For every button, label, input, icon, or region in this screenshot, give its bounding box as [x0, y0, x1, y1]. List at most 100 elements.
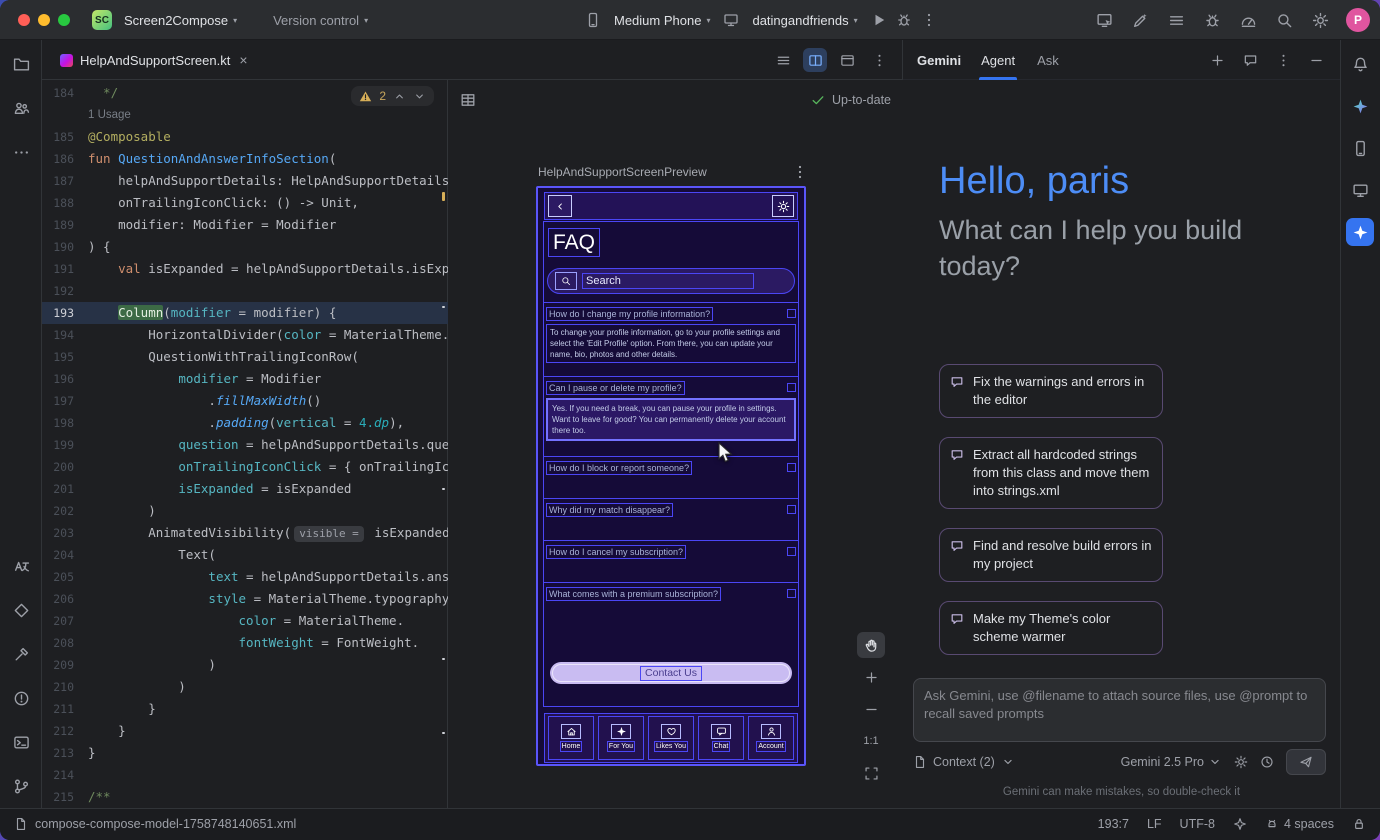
- resource-manager-tool-button[interactable]: [7, 596, 35, 624]
- expand-icon[interactable]: [787, 383, 796, 392]
- ai-status-icon[interactable]: [1233, 817, 1247, 831]
- model-selector[interactable]: Gemini 2.5 Pro: [1121, 755, 1222, 769]
- maximize-window-button[interactable]: [58, 14, 70, 26]
- tab-ask[interactable]: Ask: [1035, 40, 1061, 80]
- line-ending[interactable]: LF: [1147, 817, 1162, 831]
- send-button[interactable]: [1286, 749, 1326, 775]
- ai-assistant-button[interactable]: [1346, 92, 1374, 120]
- chevron-up-icon[interactable]: [393, 90, 406, 103]
- suggestion-card[interactable]: Make my Theme's color scheme warmer: [939, 601, 1163, 655]
- gemini-settings-icon[interactable]: [1234, 755, 1248, 769]
- more-run-actions-button[interactable]: [921, 12, 937, 28]
- search-bar[interactable]: Search: [547, 268, 795, 294]
- version-control-tool-button[interactable]: [7, 772, 35, 800]
- history-icon[interactable]: [1260, 755, 1274, 769]
- preview-device-frame[interactable]: FAQ Search How do I change my profile in…: [536, 186, 806, 766]
- code-line[interactable]: 210 ): [42, 676, 448, 698]
- nav-item-likes-you[interactable]: Likes You: [648, 716, 694, 760]
- code-line[interactable]: 213}: [42, 742, 448, 764]
- file-encoding[interactable]: UTF-8: [1180, 817, 1215, 831]
- app-settings-button[interactable]: [772, 195, 794, 217]
- code-line[interactable]: 200 onTrailingIconClick = { onTrailingIc…: [42, 456, 448, 478]
- code-line[interactable]: 211 }: [42, 698, 448, 720]
- faq-question-row[interactable]: Can I pause or delete my profile?: [544, 378, 798, 397]
- vcs-selector[interactable]: Version control ▾: [269, 9, 372, 32]
- code-line[interactable]: 189 modifier: Modifier = Modifier: [42, 214, 448, 236]
- code-line[interactable]: 193 Column(modifier = modifier) {: [42, 302, 448, 324]
- nav-item-account[interactable]: Account: [748, 716, 794, 760]
- faq-question-row[interactable]: What comes with a premium subscription?: [544, 584, 798, 603]
- split-editor-button[interactable]: [803, 48, 827, 72]
- code-line[interactable]: 212 }: [42, 720, 448, 742]
- close-window-button[interactable]: [18, 14, 30, 26]
- chevron-down-icon[interactable]: [413, 90, 426, 103]
- editor-options-button[interactable]: [867, 48, 891, 72]
- device-manager-button[interactable]: [1346, 134, 1374, 162]
- code-line[interactable]: 215/**: [42, 786, 448, 808]
- zoom-out-button[interactable]: [857, 696, 885, 722]
- new-chat-button[interactable]: [1207, 50, 1227, 70]
- code-line[interactable]: 207 color = MaterialTheme.: [42, 610, 448, 632]
- user-avatar[interactable]: P: [1346, 8, 1370, 32]
- editor-outline-button[interactable]: [771, 48, 795, 72]
- problems-tool-button[interactable]: [7, 684, 35, 712]
- minimize-window-button[interactable]: [38, 14, 50, 26]
- project-tool-button[interactable]: [7, 50, 35, 78]
- code-line[interactable]: 197 .fillMaxWidth(): [42, 390, 448, 412]
- nav-item-home[interactable]: Home: [548, 716, 594, 760]
- translations-tool-button[interactable]: [7, 552, 35, 580]
- lock-icon[interactable]: [1352, 817, 1366, 831]
- code-line[interactable]: 204 Text(: [42, 544, 448, 566]
- suggestion-card[interactable]: Extract all hardcoded strings from this …: [939, 437, 1163, 509]
- caret-position[interactable]: 193:7: [1098, 817, 1129, 831]
- ai-actions-button[interactable]: [1130, 10, 1150, 30]
- terminal-tool-button[interactable]: [7, 728, 35, 756]
- code-line[interactable]: 208 fontWeight = FontWeight.: [42, 632, 448, 654]
- expand-icon[interactable]: [787, 463, 796, 472]
- code-line[interactable]: 214: [42, 764, 448, 786]
- faq-question-row[interactable]: How do I cancel my subscription?: [544, 542, 798, 561]
- run-config-selector[interactable]: datingandfriends ▾: [748, 9, 861, 32]
- code-line[interactable]: 203 AnimatedVisibility(visible = isExpan…: [42, 522, 448, 544]
- code-line[interactable]: 186fun QuestionAndAnswerInfoSection(: [42, 148, 448, 170]
- code-line[interactable]: 209 ): [42, 654, 448, 676]
- hide-panel-button[interactable]: [1306, 50, 1326, 70]
- code-line[interactable]: 191 val isExpanded = helpAndSupportDetai…: [42, 258, 448, 280]
- gemini-button[interactable]: [1346, 218, 1374, 246]
- expand-icon[interactable]: [787, 589, 796, 598]
- nav-item-chat[interactable]: Chat: [698, 716, 744, 760]
- debug-button[interactable]: [896, 12, 912, 28]
- pan-tool-button[interactable]: [857, 632, 885, 658]
- faq-question-row[interactable]: How do I block or report someone?: [544, 458, 798, 477]
- device-selector[interactable]: Medium Phone ▾: [610, 9, 714, 32]
- suggestion-card[interactable]: Find and resolve build errors in my proj…: [939, 528, 1163, 582]
- profiler-button[interactable]: [1238, 10, 1258, 30]
- prompt-input[interactable]: Ask Gemini, use @filename to attach sour…: [913, 678, 1326, 742]
- notifications-button[interactable]: [1346, 50, 1374, 78]
- commit-tool-button[interactable]: [7, 94, 35, 122]
- running-devices-button[interactable]: [1346, 176, 1374, 204]
- chat-list-button[interactable]: [1240, 50, 1260, 70]
- context-chip[interactable]: Context (2): [913, 755, 1015, 769]
- code-line[interactable]: 206 style = MaterialTheme.typography.bo: [42, 588, 448, 610]
- grid-view-icon[interactable]: [460, 92, 476, 108]
- tab-agent[interactable]: Agent: [979, 40, 1017, 80]
- contact-us-button[interactable]: Contact Us: [550, 662, 792, 684]
- code-line[interactable]: 198 .padding(vertical = 4.dp),: [42, 412, 448, 434]
- todo-button[interactable]: [1166, 10, 1186, 30]
- code-line[interactable]: 195 QuestionWithTrailingIconRow(: [42, 346, 448, 368]
- status-file[interactable]: compose-compose-model-1758748140651.xml: [14, 817, 296, 831]
- zoom-in-button[interactable]: [857, 664, 885, 690]
- code-line[interactable]: 201 isExpanded = isExpanded: [42, 478, 448, 500]
- more-tool-windows-button[interactable]: [7, 138, 35, 166]
- zoom-actual-size-button[interactable]: 1:1: [857, 728, 885, 754]
- code-line[interactable]: 192: [42, 280, 448, 302]
- indent-setting[interactable]: 4 spaces: [1265, 817, 1334, 831]
- suggestion-card[interactable]: Fix the warnings and errors in the edito…: [939, 364, 1163, 418]
- run-button[interactable]: [871, 12, 887, 28]
- code-line[interactable]: 190) {: [42, 236, 448, 258]
- inspections-widget[interactable]: 2: [351, 86, 434, 106]
- expand-icon[interactable]: [787, 309, 796, 318]
- code-line[interactable]: 199 question = helpAndSupportDetails.que…: [42, 434, 448, 456]
- code-line[interactable]: 194 HorizontalDivider(color = MaterialTh…: [42, 324, 448, 346]
